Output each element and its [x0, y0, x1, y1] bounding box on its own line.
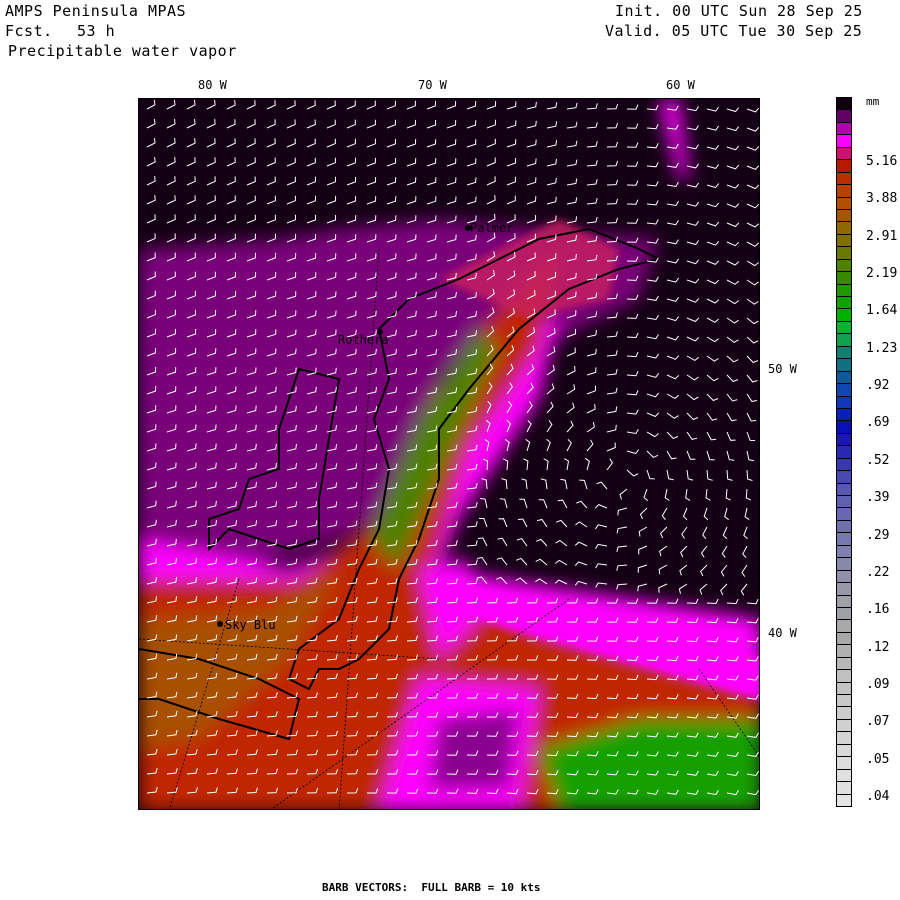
station-palmer: Palmer [470, 221, 514, 235]
colorbar-swatch [836, 657, 852, 671]
colorbar-swatch [836, 520, 852, 534]
station-marker [217, 621, 223, 627]
colorbar-swatch [836, 147, 852, 161]
colorbar-swatch [836, 670, 852, 683]
colorbar-swatch [836, 570, 852, 584]
colorbar-label: .05 [866, 751, 890, 767]
colorbar-swatch [836, 160, 852, 173]
station-rothera: Rothera [338, 333, 389, 347]
colorbar-swatch [836, 533, 852, 546]
lon-label: 60 W [666, 78, 695, 92]
colorbar-label: 1.23 [866, 340, 898, 356]
map-field [139, 99, 759, 809]
colorbar-swatch [836, 272, 852, 285]
colorbar-swatch [836, 321, 852, 335]
colorbar-swatch [836, 234, 852, 248]
colorbar-swatch [836, 508, 852, 521]
colorbar-swatch [836, 695, 852, 708]
lon-label: 70 W [418, 78, 447, 92]
forecast-label: Fcst. [5, 22, 53, 40]
colorbar-swatch [836, 135, 852, 148]
colorbar-swatch [836, 309, 852, 322]
colorbar-swatch [836, 757, 852, 770]
colorbar-swatch [836, 172, 852, 186]
colorbar-label: 2.19 [866, 266, 898, 282]
colorbar-swatch [836, 794, 852, 807]
colorbar-units: mm [866, 95, 880, 108]
colorbar-label: .92 [866, 378, 890, 394]
colorbar-swatch [836, 769, 852, 783]
colorbar-swatch [836, 782, 852, 795]
colorbar-swatch [836, 197, 852, 210]
colorbar-label: .29 [866, 527, 890, 543]
colorbar-swatch [836, 645, 852, 658]
colorbar-swatch [836, 384, 852, 397]
colorbar-swatch [836, 558, 852, 571]
colorbar-swatch [836, 259, 852, 273]
colorbar-swatch [836, 707, 852, 720]
colorbar-swatch [836, 471, 852, 484]
colorbar-swatch [836, 496, 852, 509]
lat-label: 50 W [768, 362, 797, 376]
colorbar-swatch [836, 719, 852, 733]
colorbar-swatch [836, 222, 852, 235]
lat-label: 40 W [768, 626, 797, 640]
colorbar-label: .22 [866, 564, 890, 580]
colorbar-swatch [836, 483, 852, 496]
colorbar-swatch [836, 620, 852, 633]
colorbar-label: .07 [866, 714, 890, 730]
colorbar-swatch [836, 682, 852, 695]
colorbar-swatch [836, 359, 852, 372]
colorbar-swatch [836, 595, 852, 608]
colorbar-swatch [836, 732, 852, 745]
model-title: AMPS Peninsula MPAS [5, 2, 187, 20]
colorbar-swatch [836, 632, 852, 646]
colorbar-label: 3.88 [866, 191, 898, 207]
colorbar-label: .52 [866, 452, 890, 468]
colorbar-swatch [836, 458, 852, 472]
field-name: Precipitable water vapor [8, 42, 237, 60]
colorbar-swatch [836, 122, 852, 136]
colorbar-swatch [836, 744, 852, 758]
barb-note: BARB VECTORS: FULL BARB = 10 kts [322, 881, 541, 894]
colorbar-swatch [836, 110, 852, 123]
station-sky-blu: Sky Blu [225, 618, 276, 632]
colorbar-swatch [836, 185, 852, 198]
colorbar-swatch [836, 247, 852, 260]
pwv-map [138, 98, 760, 810]
colorbar-swatch [836, 284, 852, 297]
colorbar-swatch [836, 607, 852, 621]
colorbar-swatch [836, 421, 852, 434]
lon-label: 80 W [198, 78, 227, 92]
colorbar-label: 1.64 [866, 303, 898, 319]
colorbar-label: .09 [866, 676, 890, 692]
forecast-hour: 53 h [77, 22, 116, 40]
colorbar-label: .04 [866, 788, 890, 804]
colorbar-swatch [836, 408, 852, 422]
colorbar-label: .12 [866, 639, 890, 655]
colorbar-swatch [836, 396, 852, 409]
colorbar-swatch [836, 334, 852, 347]
colorbar-swatch [836, 583, 852, 596]
colorbar-swatch [836, 209, 852, 223]
colorbar-label: 2.91 [866, 228, 898, 244]
colorbar-swatch [836, 371, 852, 385]
init-time: Init. 00 UTC Sun 28 Sep 25 [615, 2, 863, 20]
colorbar-swatch [836, 545, 852, 559]
colorbar-swatch [836, 346, 852, 360]
colorbar-label: .39 [866, 490, 890, 506]
colorbar-swatch [836, 433, 852, 447]
colorbar-label: .69 [866, 415, 890, 431]
colorbar-swatch [836, 446, 852, 459]
colorbar-label: .16 [866, 602, 890, 618]
valid-time: Valid. 05 UTC Tue 30 Sep 25 [605, 22, 863, 40]
colorbar-swatch [836, 97, 852, 111]
colorbar-label: 5.16 [866, 154, 898, 169]
colorbar [836, 97, 852, 807]
colorbar-swatch [836, 297, 852, 310]
